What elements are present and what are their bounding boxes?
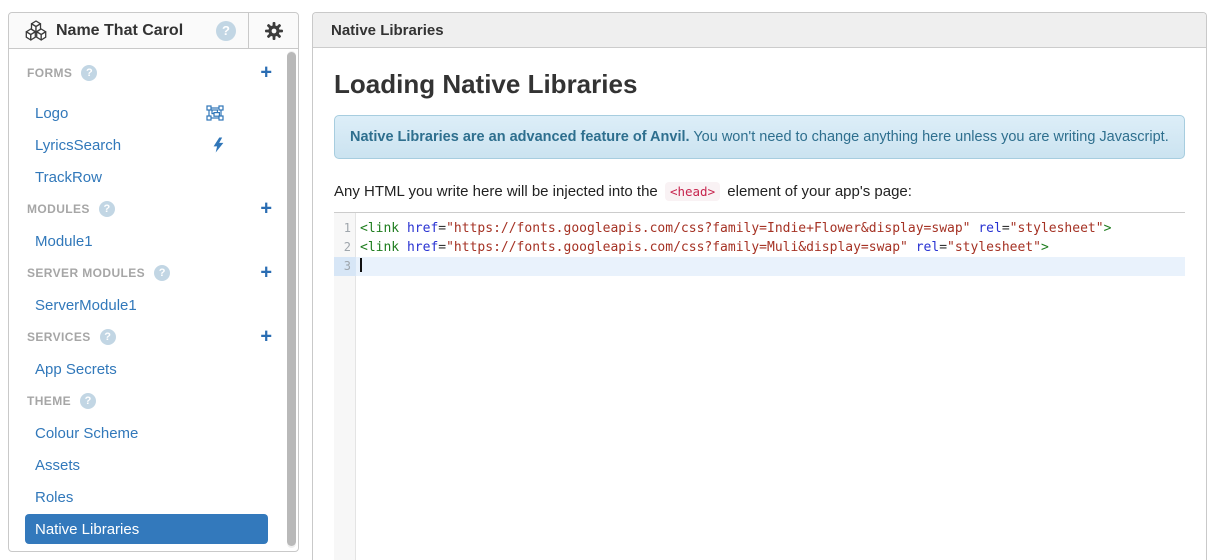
section-add-button[interactable]: + xyxy=(260,198,272,218)
line-code xyxy=(356,257,1185,276)
code-token: = xyxy=(438,240,446,255)
code-token: rel xyxy=(978,221,1001,236)
sidebar-section-server-modules: SERVER MODULES? + xyxy=(9,257,298,289)
help-icon[interactable]: ? xyxy=(100,329,116,345)
help-icon[interactable]: ? xyxy=(154,265,170,281)
sidebar-section-list: FORMS? + Logo LyricsSearch TrackRow MODULES? +… xyxy=(9,49,298,544)
panel-title: Native Libraries xyxy=(331,22,444,39)
sidebar-item-logo[interactable]: Logo xyxy=(9,97,298,129)
app-help-icon[interactable]: ? xyxy=(216,21,236,41)
sidebar-scrollbar-thumb[interactable] xyxy=(287,52,296,546)
sidebar-section-theme: THEME? xyxy=(9,385,298,417)
sidebar-item-native-libraries[interactable]: Native Libraries xyxy=(25,514,268,544)
sidebar-item-label: Colour Scheme xyxy=(35,425,138,442)
code-token xyxy=(399,221,407,236)
section-add-button[interactable]: + xyxy=(260,62,272,82)
sidebar-item-servermodule1[interactable]: ServerModule1 xyxy=(9,289,298,321)
section-label: FORMS xyxy=(27,66,72,80)
line-number: 1 xyxy=(334,219,356,238)
sidebar-item-label: TrackRow xyxy=(35,169,102,186)
sidebar-item-lyricssearch[interactable]: LyricsSearch xyxy=(9,129,298,161)
section-add-button[interactable]: + xyxy=(260,326,272,346)
sidebar-item-app-secrets[interactable]: App Secrets xyxy=(9,353,298,385)
sidebar-item-label: Module1 xyxy=(35,233,93,250)
head-code-pill: <head> xyxy=(665,182,720,201)
sidebar-section-forms: FORMS? + xyxy=(9,57,298,89)
inject-description-before: Any HTML you write here will be injected… xyxy=(334,183,658,200)
code-token: > xyxy=(1041,240,1049,255)
code-token xyxy=(908,240,916,255)
sidebar-section-modules: MODULES? + xyxy=(9,193,298,225)
editor-line: 2<link href="https://fonts.googleapis.co… xyxy=(334,238,1185,257)
sidebar-item-label: Roles xyxy=(35,489,73,506)
code-token: <link xyxy=(360,240,399,255)
inject-description: Any HTML you write here will be injected… xyxy=(334,183,1185,200)
form-designer-icon xyxy=(206,105,224,121)
sidebar: Name That Carol ? xyxy=(8,12,299,552)
sidebar-header: Name That Carol ? xyxy=(9,13,298,49)
code-token: href xyxy=(407,240,438,255)
section-label: THEME xyxy=(27,394,71,408)
code-token: "https://fonts.googleapis.com/css?family… xyxy=(446,221,970,236)
code-token: <link xyxy=(360,221,399,236)
sidebar-item-colour-scheme[interactable]: Colour Scheme xyxy=(9,417,298,449)
code-token: "stylesheet" xyxy=(947,240,1041,255)
code-token: rel xyxy=(916,240,939,255)
sidebar-item-assets[interactable]: Assets xyxy=(9,449,298,481)
section-label: MODULES xyxy=(27,202,90,216)
section-label: SERVICES xyxy=(27,330,91,344)
gear-icon xyxy=(264,21,284,41)
editor-line: 3 xyxy=(334,257,1185,276)
main-panel: Native Libraries Loading Native Librarie… xyxy=(312,12,1207,560)
sidebar-section-services: SERVICES? + xyxy=(9,321,298,353)
cubes-icon xyxy=(24,20,48,41)
info-alert: Native Libraries are an advanced feature… xyxy=(334,115,1185,159)
code-token: href xyxy=(407,221,438,236)
panel-header: Native Libraries xyxy=(313,13,1206,48)
sidebar-item-module1[interactable]: Module1 xyxy=(9,225,298,257)
section-add-button[interactable]: + xyxy=(260,262,272,282)
lightning-icon xyxy=(213,138,224,153)
code-token: "stylesheet" xyxy=(1010,221,1104,236)
page-title: Loading Native Libraries xyxy=(334,69,1185,100)
code-token: "https://fonts.googleapis.com/css?family… xyxy=(446,240,908,255)
code-token: = xyxy=(438,221,446,236)
sidebar-scrollbar[interactable] xyxy=(287,51,296,548)
line-number: 3 xyxy=(334,257,356,276)
sidebar-item-roles[interactable]: Roles xyxy=(9,481,298,513)
editor-line: 1<link href="https://fonts.googleapis.co… xyxy=(334,219,1185,238)
sidebar-item-label: Native Libraries xyxy=(35,521,139,538)
line-code: <link href="https://fonts.googleapis.com… xyxy=(356,238,1185,257)
app-title: Name That Carol xyxy=(56,22,183,40)
help-icon[interactable]: ? xyxy=(81,65,97,81)
code-token: = xyxy=(939,240,947,255)
inject-description-after: element of your app's page: xyxy=(727,183,912,200)
sidebar-item-label: Assets xyxy=(35,457,80,474)
line-number: 2 xyxy=(334,238,356,257)
app-settings-button[interactable] xyxy=(248,13,298,48)
line-code: <link href="https://fonts.googleapis.com… xyxy=(356,219,1185,238)
sidebar-item-label: App Secrets xyxy=(35,361,117,378)
sidebar-item-label: ServerModule1 xyxy=(35,297,137,314)
help-icon[interactable]: ? xyxy=(80,393,96,409)
info-alert-text: You won't need to change anything here u… xyxy=(693,129,1168,145)
sidebar-item-label: Logo xyxy=(35,105,68,122)
info-alert-bold: Native Libraries are an advanced feature… xyxy=(350,129,690,145)
native-libraries-code-editor[interactable]: 1<link href="https://fonts.googleapis.co… xyxy=(334,212,1185,560)
editor-lines: 1<link href="https://fonts.googleapis.co… xyxy=(334,213,1185,276)
text-cursor xyxy=(360,258,362,272)
app-root: Name That Carol ? xyxy=(0,0,1218,560)
section-label: SERVER MODULES xyxy=(27,266,145,280)
panel-body: Loading Native Libraries Native Librarie… xyxy=(313,48,1206,560)
help-icon[interactable]: ? xyxy=(99,201,115,217)
code-token: = xyxy=(1002,221,1010,236)
code-token: > xyxy=(1104,221,1112,236)
sidebar-item-trackrow[interactable]: TrackRow xyxy=(9,161,298,193)
code-token xyxy=(399,240,407,255)
sidebar-item-label: LyricsSearch xyxy=(35,137,121,154)
